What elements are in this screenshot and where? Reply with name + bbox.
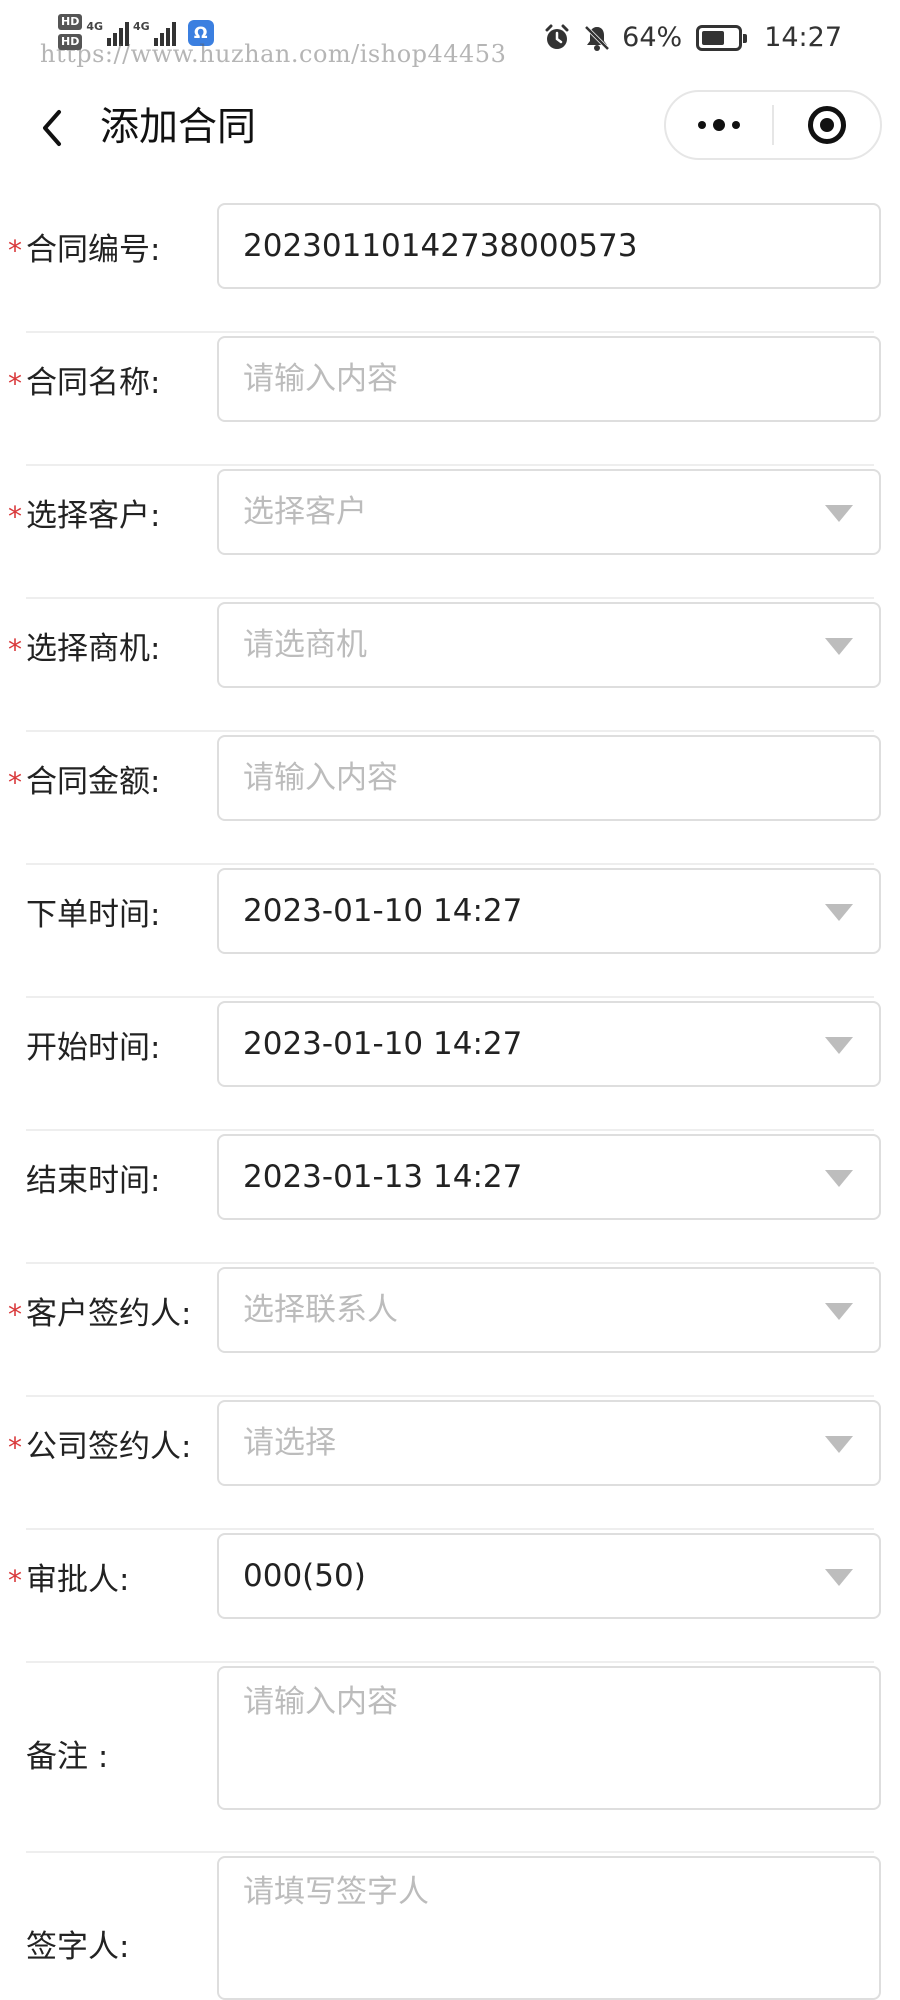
field-label: 客户签约人: [26,1296,192,1332]
field-placeholder: 请输入内容 [243,1684,398,1720]
caret-down-icon [825,1170,853,1187]
form-row-contract-name: * 合同名称: 请输入内容 [0,333,900,466]
battery-icon [696,24,748,51]
required-mark: * [8,1298,22,1331]
field-value: 2023-01-10 14:27 [243,893,523,929]
form-row-approver: * 审批人: 000(50) [0,1530,900,1663]
status-right: 64% 14:27 [542,22,842,53]
opportunity-select[interactable]: 请选商机 [217,602,881,688]
contract-no-input[interactable]: 20230110142738000573 [217,203,881,289]
caret-down-icon [825,1037,853,1054]
field-value: 000(50) [243,1558,366,1594]
battery-level [702,30,725,45]
form-row-order-time: 下单时间: 2023-01-10 14:27 [0,865,900,998]
field-placeholder: 请输入内容 [243,361,398,397]
caret-down-icon [825,505,853,522]
caret-down-icon [825,638,853,655]
page-title: 添加合同 [100,105,257,150]
watermark: https://www.huzhan.com/ishop44453 [40,40,507,68]
network-type: 4G [133,20,150,33]
approver-select[interactable]: 000(50) [217,1533,881,1619]
field-label: 选择客户: [26,498,161,534]
required-mark: * [8,1431,22,1464]
end-time-picker[interactable]: 2023-01-13 14:27 [217,1134,881,1220]
alarm-icon [542,23,572,53]
required-mark: * [8,766,22,799]
field-label: 开始时间: [26,1030,161,1066]
field-placeholder: 请填写签字人 [243,1874,429,1910]
field-value: 2023-01-10 14:27 [243,1026,523,1062]
field-value: 2023-01-13 14:27 [243,1159,523,1195]
field-label: 公司签约人: [26,1429,192,1465]
required-mark: * [8,1564,22,1597]
form-row-customer-signer: * 客户签约人: 选择联系人 [0,1264,900,1397]
form-row-company-signer: * 公司签约人: 请选择 [0,1397,900,1530]
contract-name-input[interactable]: 请输入内容 [217,336,881,422]
form-row-customer: * 选择客户: 选择客户 [0,466,900,599]
field-placeholder: 请输入内容 [243,760,398,796]
signer-textarea[interactable]: 请填写签字人 [217,1856,881,2000]
form-row-remark: 备注 : 请输入内容 [0,1663,900,1853]
company-signer-select[interactable]: 请选择 [217,1400,881,1486]
field-label: 结束时间: [26,1163,161,1199]
field-label: 合同名称: [26,365,161,401]
field-label: 合同金额: [26,764,161,800]
field-value: 20230110142738000573 [243,228,638,264]
remark-textarea[interactable]: 请输入内容 [217,1666,881,1810]
required-mark: * [8,500,22,533]
nav-bar: 添加合同 [0,88,900,168]
customer-select[interactable]: 选择客户 [217,469,881,555]
field-label: 合同编号: [26,232,161,268]
form-row-amount: * 合同金额: 请输入内容 [0,732,900,865]
mute-bell-icon [582,23,612,53]
caret-down-icon [825,1436,853,1453]
caret-down-icon [825,904,853,921]
form-row-signer: 签字人: 请填写签字人 [0,1853,900,2000]
form-row-contract-no: * 合同编号: 20230110142738000573 [0,200,900,333]
customer-signer-select[interactable]: 选择联系人 [217,1267,881,1353]
form-row-start-time: 开始时间: 2023-01-10 14:27 [0,998,900,1131]
field-placeholder: 请选商机 [243,627,367,663]
status-bar: HD HD 4G 4G Ω https://www.huzhan.com/ish… [0,0,900,72]
network-type: 4G [86,20,104,33]
start-time-picker[interactable]: 2023-01-10 14:27 [217,1001,881,1087]
required-mark: * [8,234,22,267]
contract-form: * 合同编号: 20230110142738000573 * 合同名称: 请输入… [0,200,900,2000]
amount-input[interactable]: 请输入内容 [217,735,881,821]
required-mark: * [8,367,22,400]
caret-down-icon [825,1303,853,1320]
battery-percent: 64% [622,22,683,53]
field-label: 选择商机: [26,631,161,667]
caret-down-icon [825,1569,853,1586]
form-row-opportunity: * 选择商机: 请选商机 [0,599,900,732]
chevron-left-icon[interactable] [30,106,74,150]
hd-badge: HD [58,14,83,30]
field-label: 审批人: [26,1562,130,1598]
clock: 14:27 [764,22,842,53]
field-label: 备注 : [26,1739,109,1775]
order-time-picker[interactable]: 2023-01-10 14:27 [217,868,881,954]
field-label: 签字人: [26,1929,130,1965]
more-dots-icon[interactable] [666,92,772,158]
field-label: 下单时间: [26,897,161,933]
field-placeholder: 请选择 [243,1425,336,1461]
target-circle-icon[interactable] [774,92,880,158]
form-row-end-time: 结束时间: 2023-01-13 14:27 [0,1131,900,1264]
field-placeholder: 选择联系人 [243,1292,398,1328]
field-placeholder: 选择客户 [243,494,367,530]
required-mark: * [8,633,22,666]
mini-program-capsule [664,90,882,160]
